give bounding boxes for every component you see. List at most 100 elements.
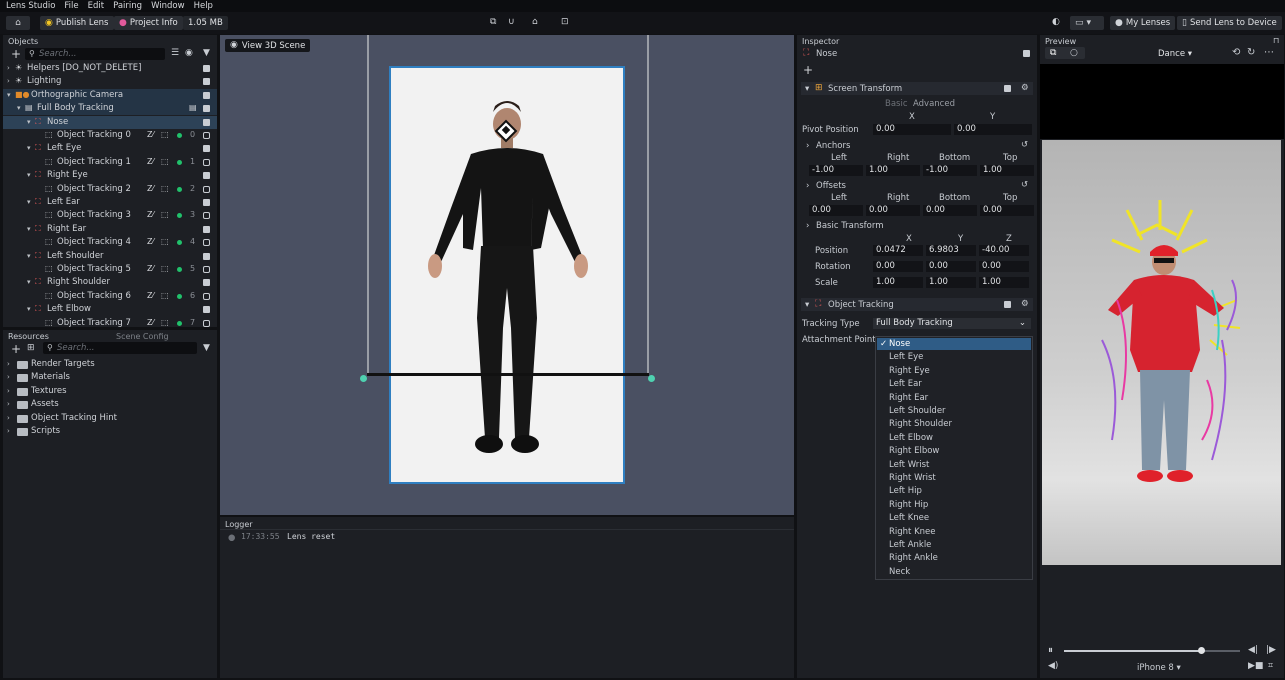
offsets-label[interactable]: Offsets (816, 181, 846, 191)
menu-window[interactable]: Window (151, 1, 185, 11)
offset-bottom-field[interactable]: 0.00 (923, 205, 977, 216)
visibility-checkbox[interactable] (203, 132, 210, 139)
anchor-bottom-field[interactable]: -1.00 (923, 165, 977, 176)
position-x-field[interactable]: 0.0472 (873, 245, 923, 256)
visibility-checkbox[interactable] (203, 306, 210, 314)
menu-pairing[interactable]: Pairing (113, 1, 142, 11)
record-icon[interactable]: ▶■ (1248, 661, 1263, 671)
visibility-checkbox[interactable] (203, 239, 210, 247)
basic-transform-label[interactable]: Basic Transform (816, 221, 884, 231)
chevron-down-icon[interactable]: ▾ (27, 278, 31, 286)
chevron-right-icon[interactable]: › (7, 373, 10, 381)
tree-row[interactable]: ⬚ Object Tracking 2 Z⁄ ⬚ 2 (3, 183, 217, 196)
resource-folder[interactable]: Textures (31, 386, 67, 396)
filter-icon[interactable]: ▼ (203, 48, 210, 58)
chevron-down-icon[interactable]: ▾ (27, 118, 31, 126)
enabled-checkbox[interactable] (1023, 50, 1030, 57)
tab-advanced[interactable]: Advanced (913, 99, 955, 109)
dropdown-option[interactable]: Left Knee (889, 513, 929, 523)
dropdown-option[interactable]: Right Shoulder (889, 419, 952, 429)
tree-row[interactable]: ▾ ⛶ Right Eye (3, 169, 217, 182)
anchors-label[interactable]: Anchors (816, 141, 850, 151)
menu-file[interactable]: File (64, 1, 78, 11)
anchor-left-field[interactable]: -1.00 (809, 165, 863, 176)
resource-folder[interactable]: Scripts (31, 426, 60, 436)
step-forward-icon[interactable]: |▶ (1266, 645, 1276, 655)
dropdown-option[interactable]: Right Wrist (889, 473, 936, 483)
tree-row[interactable]: ⬚ Object Tracking 5 Z⁄ ⬚ 5 (3, 263, 217, 276)
visibility-checkbox[interactable] (203, 91, 210, 99)
resources-search-input[interactable]: Search... (43, 342, 197, 354)
rotation-x-field[interactable]: 0.00 (873, 261, 923, 272)
visibility-checkbox[interactable] (203, 252, 210, 260)
visibility-checkbox[interactable] (203, 319, 210, 327)
tab-basic[interactable]: Basic (885, 99, 908, 109)
visibility-checkbox[interactable] (203, 172, 210, 180)
chevron-down-icon[interactable]: ▾ (7, 91, 11, 99)
magnet-icon[interactable]: ∪ (508, 18, 515, 27)
scale-y-field[interactable]: 1.00 (926, 277, 976, 288)
reset-anchors-icon[interactable]: ↺ (1021, 140, 1028, 150)
menu-help[interactable]: Help (194, 1, 213, 11)
scale-x-field[interactable]: 1.00 (873, 277, 923, 288)
dropdown-option[interactable]: Left Hip (889, 486, 922, 496)
reset-offsets-icon[interactable]: ↺ (1021, 180, 1028, 190)
visibility-checkbox[interactable] (203, 185, 210, 193)
visibility-checkbox[interactable] (203, 145, 210, 153)
chevron-down-icon[interactable]: ▾ (27, 305, 31, 313)
tree-row[interactable]: ⬚ Object Tracking 0 Z⁄ ⬚ 0 (3, 129, 217, 142)
list-icon[interactable]: ☰ (171, 48, 179, 58)
visibility-checkbox[interactable] (203, 279, 210, 287)
tree-row[interactable]: ⬚ Object Tracking 7 Z⁄ ⬚ 7 (3, 317, 217, 330)
chevron-right-icon[interactable]: › (7, 77, 10, 85)
dropdown-option[interactable]: Left Wrist (889, 460, 929, 470)
object-tracking-checkbox[interactable] (1004, 301, 1011, 308)
crop-icon[interactable]: ⌗ (1268, 661, 1273, 671)
moon-icon[interactable]: ◐ (1052, 18, 1060, 27)
dropdown-option[interactable]: Right Knee (889, 527, 936, 537)
home-button[interactable]: ⌂ (6, 16, 30, 30)
copy-icon[interactable]: ⧉ (490, 18, 496, 27)
resource-folder[interactable]: Assets (31, 399, 59, 409)
offset-top-field[interactable]: 0.00 (980, 205, 1034, 216)
frame-handle-left[interactable] (360, 375, 367, 382)
visibility-checkbox[interactable] (203, 158, 210, 166)
tree-row[interactable]: › ☀ Lighting (3, 75, 217, 88)
chevron-down-icon[interactable]: ▾ (27, 144, 31, 152)
chevron-right-icon[interactable]: › (7, 64, 10, 72)
chevron-down-icon[interactable]: ▾ (27, 198, 31, 206)
reset-icon[interactable]: ↻ (1247, 47, 1255, 58)
visibility-checkbox[interactable] (203, 212, 210, 220)
device-select[interactable]: iPhone 8 ▾ (1137, 663, 1181, 673)
view-3d-scene-button[interactable]: ◉ View 3D Scene (225, 39, 311, 52)
resource-folder[interactable]: Render Targets (31, 359, 95, 369)
playback-scrubber[interactable] (1198, 647, 1206, 654)
rotation-z-field[interactable]: 0.00 (979, 261, 1029, 272)
screen-transform-checkbox[interactable] (1004, 85, 1011, 92)
offset-left-field[interactable]: 0.00 (809, 205, 863, 216)
tree-row[interactable]: ▾ ⛶ Left Shoulder (3, 250, 217, 263)
tree-row[interactable]: ⬚ Object Tracking 4 Z⁄ ⬚ 4 (3, 236, 217, 249)
dropdown-option[interactable]: Right Hip (889, 500, 928, 510)
step-back-icon[interactable]: ◀| (1248, 645, 1258, 655)
position-y-field[interactable]: 6.9803 (926, 245, 976, 256)
chevron-down-icon[interactable]: ▾ (27, 225, 31, 233)
chevron-right-icon[interactable]: › (7, 387, 10, 395)
visibility-checkbox[interactable] (203, 225, 210, 233)
tree-row[interactable]: ▾ ▤ Full Body Tracking ▤ (3, 102, 217, 116)
resource-folder[interactable]: Object Tracking Hint (31, 413, 117, 423)
refresh-icon[interactable]: ⟲ (1232, 47, 1240, 58)
publish-lens-button[interactable]: ◉ Publish Lens (40, 16, 114, 30)
scene-viewport[interactable]: ◉ View 3D Scene (220, 35, 794, 515)
tree-row[interactable]: ▾ ⛶ Right Shoulder (3, 276, 217, 289)
tree-row[interactable]: ▾ ⛶ Right Ear (3, 223, 217, 236)
resource-folder[interactable]: Materials (31, 372, 70, 382)
visibility-checkbox[interactable] (203, 78, 210, 86)
dropdown-option[interactable]: Left Elbow (889, 433, 933, 443)
rotation-y-field[interactable]: 0.00 (926, 261, 976, 272)
pin-icon[interactable]: ⊓ (1273, 36, 1279, 45)
visibility-checkbox[interactable] (203, 292, 210, 300)
tree-row[interactable]: ▾ ⛶ Left Elbow (3, 303, 217, 316)
preview-mode-icon[interactable]: ⧉ (1050, 48, 1056, 58)
dropdown-option[interactable]: Right Ankle (889, 553, 938, 563)
